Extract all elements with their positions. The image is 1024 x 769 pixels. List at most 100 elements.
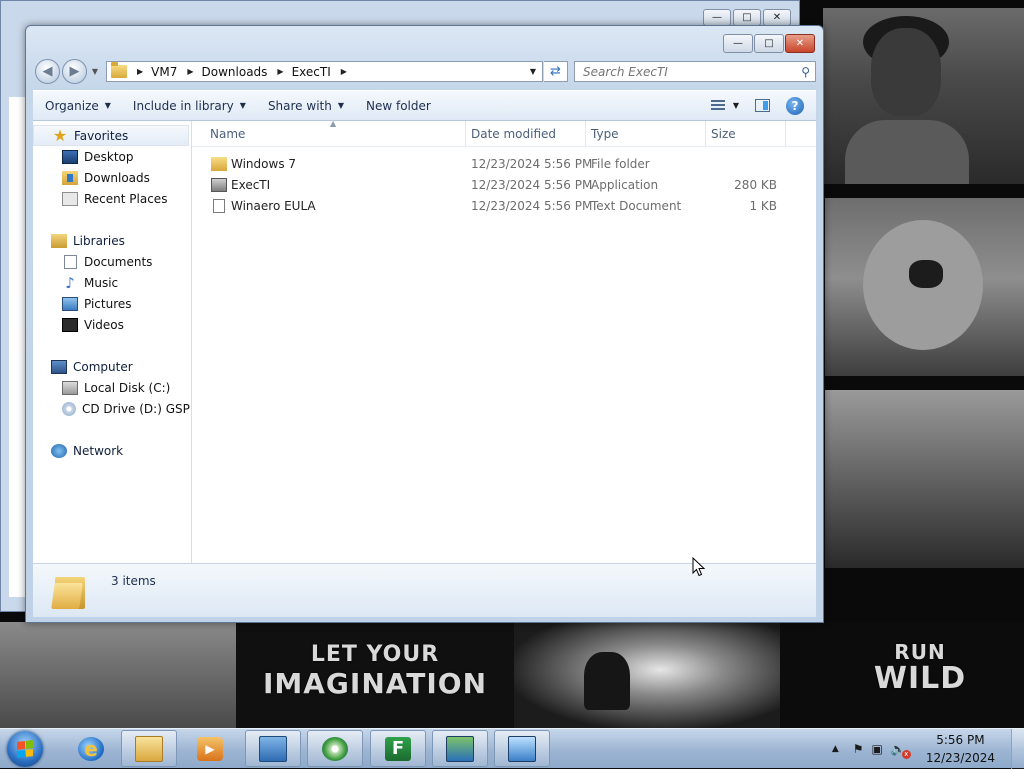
organize-button[interactable]: Organize ▼ [45,99,111,113]
back-button[interactable]: ◀ [35,59,60,84]
search-box[interactable]: ⚲ [574,61,816,82]
table-row[interactable]: Winaero EULA 12/23/2024 5:56 PM Text Doc… [192,195,816,216]
windows-explorer-icon [135,735,163,762]
nav-item-videos[interactable]: Videos [33,314,191,335]
refresh-button[interactable]: ⇄ [544,61,568,82]
column-header-type[interactable]: Type [586,121,706,146]
file-list: ▲ Name Date modified Type Size Windows 7… [192,121,816,563]
forward-arrow-icon: ▶ [69,64,80,79]
computer-icon [51,359,67,374]
file-date: 12/23/2024 5:56 PM [471,177,593,192]
nav-item-downloads[interactable]: Downloads [33,167,191,188]
start-button[interactable] [7,731,43,767]
breadcrumb-downloads[interactable]: Downloads [202,65,268,79]
wallpaper-tagline: LET YOUR IMAGINATION [262,642,488,700]
column-header-name[interactable]: Name [205,121,466,146]
nav-favorites[interactable]: ★ Favorites [33,125,189,146]
recent-pages-dropdown[interactable]: ▼ [89,59,101,84]
monitor-icon [446,735,474,762]
maximize-button[interactable]: □ [754,34,784,53]
include-in-library-button[interactable]: Include in library ▼ [133,99,246,113]
volume-muted-icon[interactable]: 🔈 x [891,742,911,759]
preview-pane-icon [755,99,770,112]
file-type: Application [591,177,659,192]
wallpaper-wolf-tile [514,622,780,728]
taskbar-windows-explorer[interactable] [121,730,177,767]
background-window-caption-buttons: — □ ✕ [703,9,791,26]
nav-item-desktop[interactable]: Desktop [33,146,191,167]
libraries-icon [51,233,67,248]
remote-desktop-icon [259,735,287,762]
background-minimize-button[interactable]: — [703,9,731,26]
refresh-icon: ⇄ [550,64,561,79]
address-history-dropdown[interactable]: ▼ [530,67,536,76]
folder-icon [111,62,127,78]
nav-computer[interactable]: Computer [33,356,191,377]
nav-item-cd-drive[interactable]: CD Drive (D:) GSP1R [33,398,191,419]
taskbar-disc-app[interactable] [307,730,363,767]
action-center-flag-icon[interactable]: ⚑ [853,742,864,756]
background-maximize-button[interactable]: □ [733,9,761,26]
clock[interactable]: 5:56 PM 12/23/2024 [926,731,995,767]
breadcrumb-separator-icon[interactable]: ▶ [277,67,283,76]
breadcrumb-separator-icon[interactable]: ▶ [137,67,143,76]
navigation-pane: ★ Favorites Desktop Downloads Recent Pla… [33,121,192,563]
breadcrumb-execti[interactable]: ExecTI [292,65,331,79]
media-player-icon: ▶ [197,736,223,761]
chevron-down-icon: ▼ [337,101,344,110]
breadcrumb-separator-icon[interactable]: ▶ [187,67,193,76]
nav-item-documents[interactable]: Documents [33,251,191,272]
nav-item-music[interactable]: ♪ Music [33,272,191,293]
background-close-button[interactable]: ✕ [763,9,791,26]
new-folder-button[interactable]: New folder [366,99,431,113]
taskbar-internet-explorer[interactable]: e [63,730,119,767]
hard-disk-icon [62,380,78,395]
minimize-button[interactable]: — [723,34,753,53]
search-input[interactable] [581,63,797,80]
address-bar[interactable]: ▶ VM7 ▶ Downloads ▶ ExecTI ▶ ▼ [106,61,543,82]
help-button[interactable]: ? [786,96,808,115]
column-header-size[interactable]: Size [706,121,786,146]
change-view-button[interactable]: ▼ [710,100,739,111]
column-header-date-modified[interactable]: Date modified [466,121,586,146]
network-tray-icon[interactable]: ▣ [872,742,883,756]
breadcrumb-vm7[interactable]: VM7 [151,65,177,79]
text-document-icon [213,198,225,213]
nav-network[interactable]: Network [33,440,191,461]
videos-icon [62,317,78,332]
folder-icon [211,156,227,171]
explorer-window[interactable]: — □ ✕ ◀ ▶ ▼ ▶ VM7 ▶ Downloads ▶ ExecTI ▶… [25,25,824,623]
share-with-button[interactable]: Share with ▼ [268,99,344,113]
item-count: 3 items [111,574,156,588]
wallpaper-balloons-tile-2 [0,622,236,728]
forward-button[interactable]: ▶ [62,59,87,84]
nav-item-recent-places[interactable]: Recent Places [33,188,191,209]
table-row[interactable]: ExecTI 12/23/2024 5:56 PM Application 28… [192,174,816,195]
taskbar-remote-app[interactable] [245,730,301,767]
taskbar-monitor-app[interactable] [432,730,488,767]
clock-date: 12/23/2024 [925,751,995,765]
nav-item-pictures[interactable]: Pictures [33,293,191,314]
cd-drive-icon [62,401,76,416]
navigation-buttons: ◀ ▶ ▼ [35,59,101,84]
table-row[interactable]: Windows 7 12/23/2024 5:56 PM File folder [192,153,816,174]
search-icon[interactable]: ⚲ [801,65,810,79]
taskbar-arrow-app[interactable]: F [370,730,426,767]
chevron-down-icon: ▼ [104,101,111,110]
details-view-icon [710,100,725,111]
show-desktop-button[interactable] [1011,729,1024,769]
file-type: File folder [591,156,650,171]
wallpaper-sheep-tile [825,198,1024,376]
preview-pane-button[interactable] [755,99,770,112]
taskbar-screen-app[interactable] [494,730,550,767]
wallpaper-run-wild: RUN WILD [873,640,967,696]
view-tools: ▼ ? [703,96,816,115]
file-date: 12/23/2024 5:56 PM [471,198,593,213]
close-button[interactable]: ✕ [785,34,815,53]
taskbar-media-player[interactable]: ▶ [182,730,238,767]
nav-item-local-disk[interactable]: Local Disk (C:) [33,377,191,398]
show-hidden-icons-button[interactable]: ▲ [832,744,839,754]
nav-libraries[interactable]: Libraries [33,230,191,251]
breadcrumb-separator-icon[interactable]: ▶ [341,67,347,76]
file-size: 280 KB [734,177,777,192]
